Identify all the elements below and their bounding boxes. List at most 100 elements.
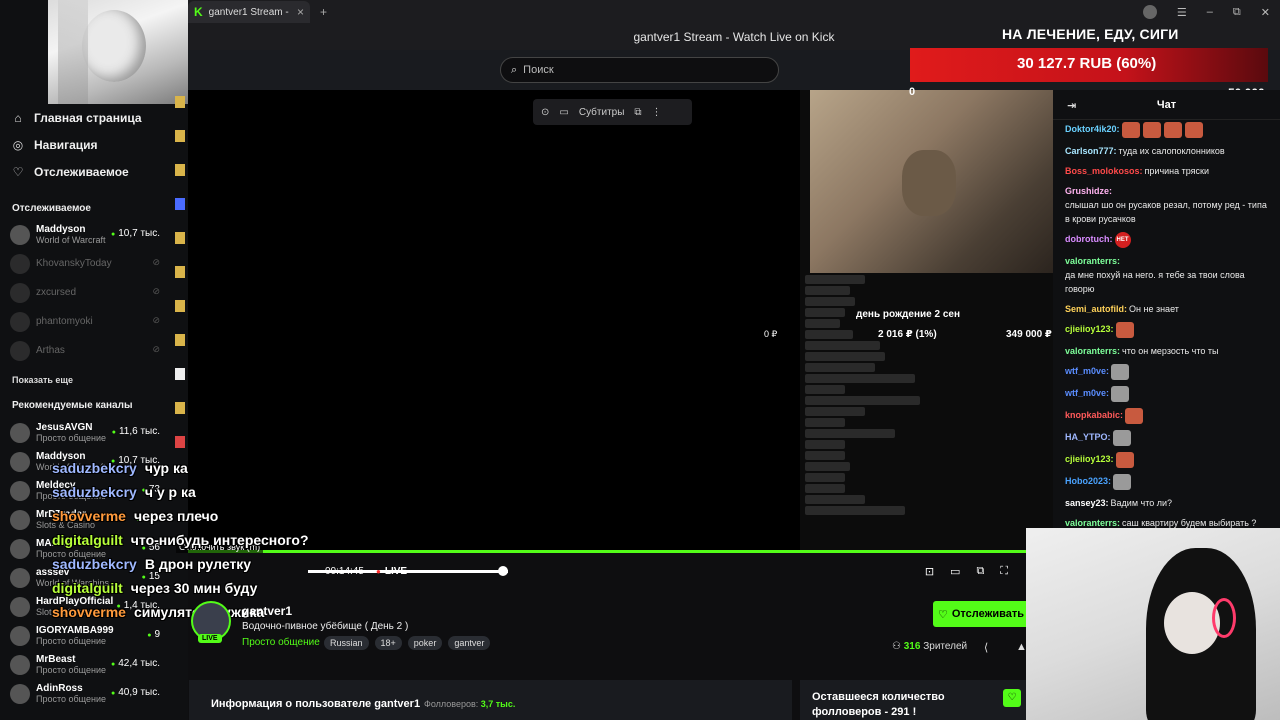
close-window-icon[interactable]: ✕ — [1261, 6, 1270, 19]
donation-title: НА ЛЕЧЕНИЕ, ЕДУ, СИГИ — [1002, 26, 1179, 42]
chat-username[interactable]: wtf_m0ve: — [1065, 386, 1109, 400]
show-more-link[interactable]: Показать еще — [12, 375, 73, 385]
nav-following[interactable]: ♡ Отслеживаемое — [12, 158, 182, 185]
chat-message: dobrotuch: НЕТ — [1065, 232, 1268, 248]
pip-icon[interactable]: ⧉ — [976, 565, 984, 578]
clip-icon[interactable]: ⊡ — [925, 565, 934, 578]
chat-collapse-icon[interactable]: ⇥ — [1067, 99, 1076, 112]
minimize-icon[interactable]: – — [1207, 6, 1213, 18]
about-panel: Информация о пользователе gantver1 Фолло… — [189, 680, 792, 720]
chat-username[interactable]: sansey23: — [1065, 496, 1109, 510]
tab-title: gantver1 Stream - W — [208, 6, 291, 18]
more-icon[interactable]: ⋮ — [652, 107, 662, 118]
chat-username[interactable]: wtf_m0ve: — [1065, 364, 1109, 378]
search-icon: ⌕ — [511, 63, 518, 76]
emote-icon — [1121, 122, 1140, 138]
following-channel[interactable]: zxcursed ⊘ — [10, 278, 160, 307]
desktop-icon — [170, 364, 190, 398]
chat-username[interactable]: valoranterrs: — [1065, 344, 1120, 358]
following-channel[interactable]: MaddysonWorld of Warcraft 10,7 тыс. — [10, 220, 160, 249]
follow-button[interactable]: ♡ Отслеживать — [933, 601, 1029, 627]
channel-category: Просто общение — [36, 635, 106, 646]
avatar — [10, 311, 30, 332]
chat-username[interactable]: dobrotuch: — [1065, 232, 1113, 246]
donation-zero: 0 — [909, 86, 916, 98]
subtitles-label[interactable]: Субтитры — [579, 107, 625, 118]
tag-chip[interactable]: gantver — [448, 636, 491, 650]
search-input[interactable]: ⌕ Поиск — [500, 57, 779, 83]
theater-icon[interactable]: ▭ — [950, 565, 960, 578]
chat-username[interactable]: Semi_autofild: — [1065, 302, 1127, 316]
nav-browse-label: Навигация — [34, 137, 98, 152]
heart-icon[interactable]: ♡ — [1003, 689, 1021, 707]
desktop-icon — [170, 194, 190, 228]
following-channel[interactable]: KhovanskyToday ⊘ — [10, 249, 160, 278]
chat-text: Вадим что ли? — [1110, 498, 1173, 508]
following-channel[interactable]: phantomyoki ⊘ — [10, 307, 160, 336]
chat-username[interactable]: Grushidze: — [1065, 184, 1112, 198]
overlay-chat-text: чур ка — [144, 460, 188, 476]
overlay-chat-line: digitalguilt что-нибудь интересного? — [52, 532, 452, 556]
chat-messages: Doktor4ik20: Carlson777: туда их салопокло… — [1053, 120, 1280, 564]
chat-message: Semi_autofild: Он не знает — [1065, 302, 1268, 316]
followers-label: Фолловеров: — [424, 699, 479, 709]
stream-category[interactable]: Просто общение — [242, 637, 320, 648]
recommended-channel[interactable]: JesusAVGNПросто общение 11,6 тыс. — [10, 418, 160, 447]
overlay-chat-user: digitalguilt — [52, 580, 123, 596]
share-icon[interactable]: ⟨ — [984, 641, 988, 654]
stream-tags: Russian 18+ poker gantver — [324, 636, 491, 650]
desktop-icon — [170, 330, 190, 364]
desktop-icon — [170, 126, 190, 160]
assistant-icon[interactable]: ⊙ — [541, 107, 549, 118]
live-badge: LIVE — [198, 634, 222, 643]
chat-username[interactable]: Carlson777: — [1065, 144, 1117, 158]
follower-goal: Оставшееся количество фолловеров - 291 !… — [800, 680, 1026, 720]
close-tab-icon[interactable]: × — [297, 5, 304, 19]
chat-username[interactable]: cjieiioy123: — [1065, 452, 1114, 466]
chat-message: valoranterrs: что он мерзость что ты — [1065, 344, 1268, 358]
recommended-channel[interactable]: MrBeastПросто общение 42,4 тыс. — [10, 650, 160, 679]
stream-title: Водочно-пивное убёбище ( День 2 ) — [242, 621, 409, 632]
fullscreen-icon[interactable]: ⛶ — [1000, 565, 1008, 578]
player-toolbar: ⊙ ▭ Субтитры ⧉ ⋮ — [533, 99, 692, 125]
streamer-name[interactable]: gantver1 — [242, 604, 292, 618]
following-channel[interactable]: Arthas ⊘ — [10, 336, 160, 365]
chat-message: cjieiioy123: — [1065, 452, 1268, 468]
desktop-icon — [170, 92, 190, 126]
desktop-icon — [170, 228, 190, 262]
overlay-chat: saduzbekcry чур ка saduzbekcry ч у р ка sh… — [52, 460, 452, 628]
menu-icon[interactable]: ☰ — [1177, 6, 1187, 19]
emote-icon — [1142, 122, 1161, 138]
chat-message: Boss_molokosos: причина тряски — [1065, 164, 1268, 178]
tag-chip[interactable]: Russian — [324, 636, 369, 650]
chat-message: knopkababic: — [1065, 408, 1268, 424]
recommended-channel[interactable]: AdinRossПросто общение 40,9 тыс. — [10, 679, 160, 708]
new-tab-button[interactable]: + — [320, 5, 327, 19]
chat-username[interactable]: Doktor4ik20: — [1065, 122, 1120, 136]
chat-username[interactable]: cjieiioy123: — [1065, 322, 1114, 336]
chat-text: слышал шо он русаков резал, потому ред -… — [1065, 200, 1267, 224]
restore-icon[interactable]: ⧉ — [1233, 6, 1241, 19]
overlay-chat-user: saduzbekcry — [52, 484, 137, 500]
chat-username[interactable]: HA_YTPO: — [1065, 430, 1111, 444]
chat-username[interactable]: knopkababic: — [1065, 408, 1123, 422]
offline-icon: ⊘ — [152, 315, 160, 325]
chat-username[interactable]: Hobo2023: — [1065, 474, 1111, 488]
avatar — [10, 340, 30, 361]
nav-home[interactable]: ⌂ Главная страница — [12, 104, 182, 131]
volume-handle[interactable] — [498, 566, 508, 576]
chat-username[interactable]: valoranterrs: — [1065, 254, 1120, 268]
app-root: ⌂ Главная страница ◎ Навигация ♡ Отслеживае… — [0, 0, 1280, 720]
chat-title: Чат — [1156, 98, 1177, 111]
avatar — [10, 224, 30, 245]
tag-chip[interactable]: 18+ — [374, 636, 402, 650]
avatar — [10, 654, 30, 675]
subtitles-icon[interactable]: ▭ — [559, 107, 568, 118]
profile-avatar[interactable] — [1142, 5, 1157, 19]
pip-icon[interactable]: ⧉ — [634, 107, 641, 118]
tag-chip[interactable]: poker — [407, 636, 443, 650]
compass-icon: ◎ — [12, 137, 24, 152]
nav-browse[interactable]: ◎ Навигация — [12, 131, 182, 158]
chat-username[interactable]: Boss_molokosos: — [1065, 164, 1143, 178]
browser-tab[interactable]: K gantver1 Stream - W × — [188, 1, 310, 23]
